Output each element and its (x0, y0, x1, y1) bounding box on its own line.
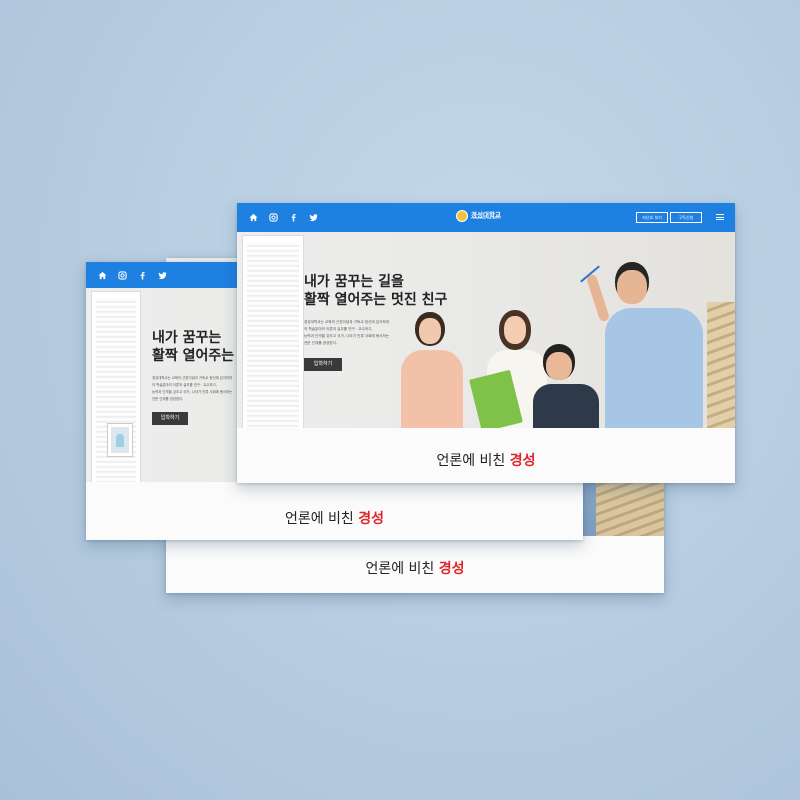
bookshelf-image (596, 478, 664, 536)
hero-headline: 내가 꿈꾸는 활짝 열어주는 (152, 330, 234, 365)
enter-button[interactable]: 입학하기 (152, 412, 188, 425)
press-label: 언론에 비친 (365, 561, 439, 577)
webpage-mockup-front: 경성대학교 KYUNGSUNG UNIVERSITY 지난호 보기 구독신청 내… (237, 203, 735, 483)
picture-frame-image (108, 424, 132, 456)
student-man-center (533, 344, 599, 428)
press-section: 언론에 비친 경성 (86, 482, 583, 540)
hero-banner: 내가 꿈꾸는 길을 활짝 열어주는 멋진 친구 경성대학교는 교육의 근본이념과… (237, 232, 735, 428)
press-label: 언론에 비친 (436, 453, 510, 469)
social-icons (249, 203, 318, 232)
hero-headline-line1: 내가 꿈꾸는 (152, 330, 222, 346)
hero-headline-line1: 내가 꿈꾸는 길을 (304, 274, 404, 290)
press-section: 언론에 비친 경성 (166, 536, 664, 593)
hero-headline-line2: 활짝 열어주는 멋진 친구 (304, 291, 448, 308)
press-highlight: 경성 (509, 453, 536, 469)
press-highlight: 경성 (358, 511, 385, 527)
subscribe-button[interactable]: 구독신청 (670, 212, 702, 223)
hero-description: 경성대학교는 교육의 근본이념과 기독교 정신에 입각하여 의 학술분야의 이론… (152, 376, 233, 401)
university-logo[interactable]: 경성대학교 KYUNGSUNG UNIVERSITY (456, 210, 501, 222)
logo-subtitle: KYUNGSUNG UNIVERSITY (471, 217, 502, 221)
home-icon[interactable] (249, 213, 258, 222)
facebook-icon[interactable] (138, 271, 147, 280)
top-navbar: 경성대학교 KYUNGSUNG UNIVERSITY 지난호 보기 구독신청 (237, 203, 735, 232)
social-icons (98, 262, 167, 288)
twitter-icon[interactable] (158, 271, 167, 280)
press-section-title: 언론에 비친 경성 (86, 508, 583, 528)
instagram-icon[interactable] (118, 270, 127, 280)
university-logo-text: 경성대학교 KYUNGSUNG UNIVERSITY (471, 212, 501, 221)
press-highlight: 경성 (438, 561, 465, 577)
easel-image (707, 302, 735, 428)
enter-button[interactable]: 입학하기 (304, 358, 342, 371)
press-label: 언론에 비친 (284, 511, 359, 527)
student-woman-left (397, 310, 467, 428)
university-seal-icon (456, 210, 468, 222)
press-section: 언론에 비친 경성 (237, 428, 735, 483)
hero-headline-line2: 활짝 열어주는 (152, 347, 235, 364)
instagram-icon[interactable] (269, 213, 278, 222)
press-section-title: 언론에 비친 경성 (166, 558, 664, 578)
window-blind-image (243, 236, 303, 428)
twitter-icon[interactable] (309, 213, 318, 222)
home-icon[interactable] (98, 271, 107, 280)
professor-man-right (580, 260, 707, 428)
press-section-title: 언론에 비친 경성 (237, 450, 735, 470)
past-issues-button[interactable]: 지난호 보기 (636, 212, 668, 223)
hamburger-menu-icon[interactable] (716, 214, 724, 220)
hero-headline: 내가 꿈꾸는 길을 활짝 열어주는 멋진 친구 (304, 274, 447, 309)
facebook-icon[interactable] (289, 213, 298, 222)
